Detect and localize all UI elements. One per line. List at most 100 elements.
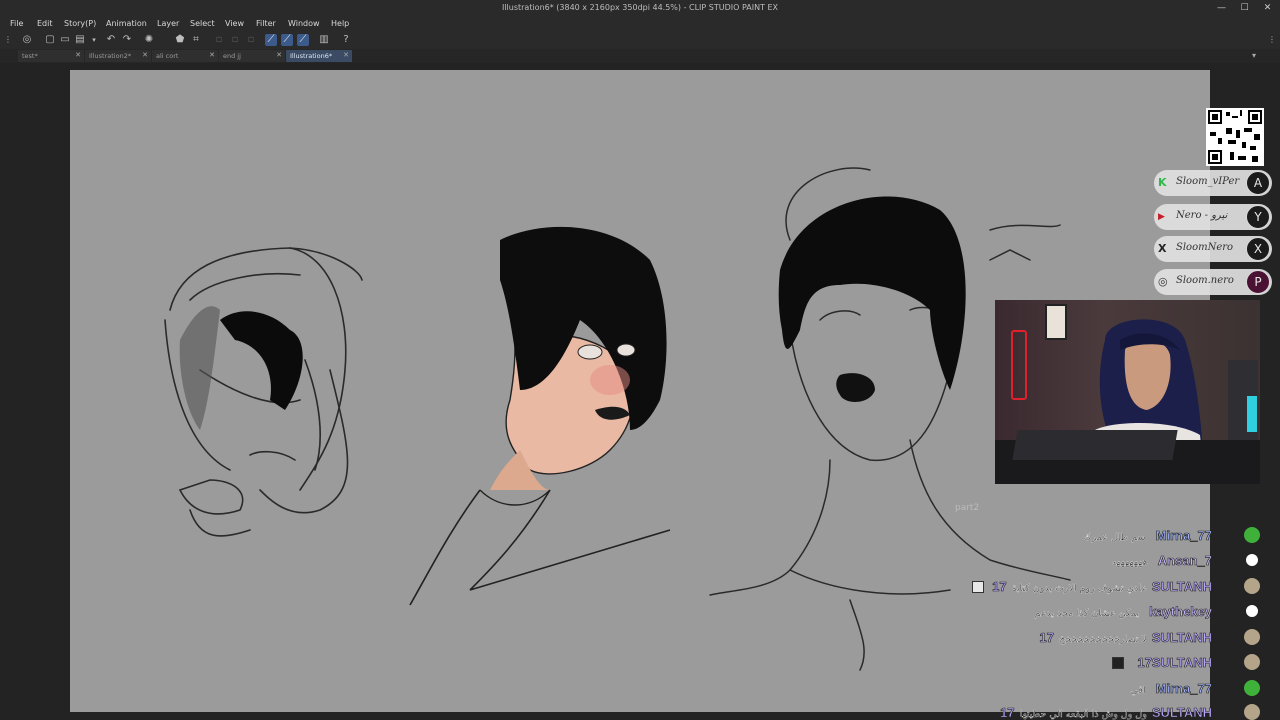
default-avatar-icon <box>1244 552 1260 568</box>
badge-icon: A <box>1246 171 1270 195</box>
minimize-button[interactable]: — <box>1213 0 1230 17</box>
badge-icon: X <box>1246 237 1270 261</box>
social-handle: Nero - نيرو <box>1176 210 1228 221</box>
document-tabs: test* ✕ Illustration2* ✕ ali cort ✕ end … <box>0 49 1280 63</box>
social-kick[interactable]: K Sloom_vIPer A <box>1154 170 1272 196</box>
social-handle: SloomNero <box>1176 242 1234 253</box>
chat-text: ول ول وش ذا البقعه الي حطيتها <box>1019 709 1147 720</box>
default-avatar-icon <box>1244 603 1260 619</box>
chat-text: هههههههه <box>1111 557 1148 568</box>
ruler-snap-icon[interactable]: ⟋ <box>265 34 277 46</box>
save-icon[interactable]: ▤ <box>74 34 86 46</box>
chat-message: سم طال عمرك Mirna_77 <box>1083 525 1212 545</box>
badge-icon: P <box>1246 270 1270 294</box>
menu-window[interactable]: Window <box>288 19 320 28</box>
sketch-hair-left <box>220 311 303 410</box>
chat-text: سم طال عمرك <box>1083 532 1146 543</box>
redo-icon[interactable]: ↷ <box>121 34 133 46</box>
chat-message: يمكن عشان كذا محد يدعم kaythekey <box>1034 601 1212 621</box>
command-bar: ⋮ ◎ ▢ ▭ ▤ ▾ ↶ ↷ ✺ ⬟ ⌗ ▫ ▫ ▫ ⟋ ⟋ ⟋ ▥ ? ⋮ <box>0 31 1280 49</box>
chat-text: عادي تشوف روم الارت بدون كتابة <box>1011 583 1147 594</box>
green-avatar-icon <box>1244 527 1260 543</box>
tab-label: Illustration6* <box>290 52 333 60</box>
clip-icon[interactable]: ◎ <box>21 34 33 46</box>
neon-sign <box>1011 330 1027 400</box>
social-handle: Sloom.nero <box>1176 275 1234 286</box>
open-icon[interactable]: ▭ <box>59 34 71 46</box>
window-title: Illustration6* (3840 x 2160px 350dpi 44.… <box>501 3 779 12</box>
menu-help[interactable]: Help <box>331 19 349 28</box>
drawing-tablet <box>1012 430 1178 460</box>
menu-file[interactable]: File <box>10 19 23 28</box>
sketch-shadow-left <box>179 306 220 430</box>
chat-username[interactable]: Ansan_7 <box>1157 553 1212 569</box>
transform-icon[interactable]: ⬟ <box>174 34 186 46</box>
tab-list-icon[interactable]: ▾ <box>1252 51 1256 60</box>
fill-icon[interactable]: ▫ <box>229 34 241 46</box>
green-avatar-icon <box>1244 680 1260 696</box>
instagram-icon: ◎ <box>1158 275 1168 288</box>
sketch-mouth-right <box>836 373 875 402</box>
new-icon[interactable]: ▢ <box>44 34 56 46</box>
chat-part-label: part2 <box>955 503 980 513</box>
cat-avatar-icon <box>1244 629 1260 645</box>
stroke-icon[interactable]: ▫ <box>245 34 257 46</box>
tab-test[interactable]: test* ✕ <box>18 50 84 62</box>
tab-label: test* <box>22 52 38 60</box>
tab-label: end jj <box>223 52 241 60</box>
tab-ali-cort[interactable]: ali cort ✕ <box>152 50 218 62</box>
grid-snap-icon[interactable]: ⟋ <box>297 34 309 46</box>
cat-avatar-icon <box>1244 654 1260 670</box>
social-x[interactable]: X SloomNero X <box>1154 236 1272 262</box>
cat-avatar-icon <box>1244 704 1260 720</box>
chat-text: اقي <box>1130 685 1146 696</box>
menu-animation[interactable]: Animation <box>106 19 147 28</box>
chat-message: عادي تشوف روم الارت بدون كتابة 17SULTANH <box>972 576 1212 596</box>
badge-icon: Y <box>1246 205 1270 229</box>
sketch-head-middle <box>409 226 671 606</box>
menu-edit[interactable]: Edit <box>37 19 53 28</box>
maximize-button[interactable]: ☐ <box>1236 0 1253 17</box>
close-icon[interactable]: ✕ <box>276 51 282 59</box>
crop-icon[interactable]: ⌗ <box>190 34 202 46</box>
cat-avatar-icon <box>1244 578 1260 594</box>
social-handle: Sloom_vIPer <box>1176 176 1240 187</box>
close-icon[interactable]: ✕ <box>75 51 81 59</box>
menu-view[interactable]: View <box>225 19 244 28</box>
menu-story[interactable]: Story(P) <box>64 19 96 28</box>
clear-icon[interactable]: ▫ <box>213 34 225 46</box>
tab-illustration6[interactable]: Illustration6* ✕ <box>286 50 352 62</box>
chat-username[interactable]: kaythekey <box>1149 604 1212 620</box>
chat-username[interactable]: 17SULTANH <box>1137 655 1212 671</box>
webcam-feed <box>995 300 1260 484</box>
collapse-handle-icon[interactable]: ⋮ <box>2 34 14 46</box>
emote-icon <box>1112 656 1125 669</box>
menu-select[interactable]: Select <box>190 19 215 28</box>
collapse-handle-right-icon[interactable]: ⋮ <box>1266 34 1278 46</box>
chat-username[interactable]: Mirna_77 <box>1155 681 1212 697</box>
chat-text: يمكن عشان كذا محد يدعم <box>1034 608 1140 619</box>
k-logo-icon: K <box>1158 176 1167 189</box>
close-icon[interactable]: ✕ <box>142 51 148 59</box>
chat-username[interactable]: Mirna_77 <box>1155 528 1212 544</box>
dropdown-icon[interactable]: ▾ <box>88 34 100 46</box>
undo-icon[interactable]: ↶ <box>105 34 117 46</box>
close-icon[interactable]: ✕ <box>209 51 215 59</box>
poster <box>1045 304 1067 340</box>
material-icon[interactable]: ▥ <box>318 34 330 46</box>
close-icon[interactable]: ✕ <box>343 51 349 59</box>
tab-end-jj[interactable]: end jj ✕ <box>219 50 285 62</box>
special-ruler-snap-icon[interactable]: ⟋ <box>281 34 293 46</box>
spinner-icon[interactable]: ✺ <box>143 34 155 46</box>
help-icon[interactable]: ? <box>340 34 352 46</box>
cyan-light <box>1247 396 1257 432</box>
tab-illustration2[interactable]: Illustration2* ✕ <box>85 50 151 62</box>
youtube-icon: ▶ <box>1158 212 1165 222</box>
social-youtube[interactable]: ▶ Nero - نيرو Y <box>1154 204 1272 230</box>
chat-message: 17SULTANH <box>1112 652 1212 672</box>
social-instagram[interactable]: ◎ Sloom.nero P <box>1154 269 1272 295</box>
menu-filter[interactable]: Filter <box>256 19 276 28</box>
sketch-hair-right <box>778 196 966 390</box>
close-button[interactable]: ✕ <box>1259 0 1276 17</box>
menu-layer[interactable]: Layer <box>157 19 179 28</box>
